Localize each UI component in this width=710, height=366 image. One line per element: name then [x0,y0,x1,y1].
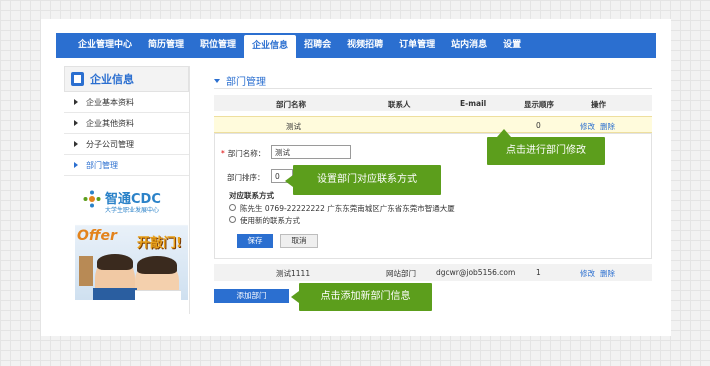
triangle-right-icon [74,141,78,147]
column-header-order: 显示顺序 [524,100,554,109]
nav-item-management-center[interactable]: 企业管理中心 [70,34,140,56]
title-divider [214,88,652,89]
promo-slogan: 开敲门! [137,236,182,251]
promo-offer-text: Offer [77,228,117,244]
column-header-name: 部门名称 [276,100,306,109]
contact-section-label: 对应联系方式 [229,191,274,200]
edit-link[interactable]: 修改 [580,268,595,279]
table-header: 部门名称 联系人 E-mail 显示顺序 操作 [214,95,652,111]
nav-item-messages[interactable]: 站内消息 [443,34,495,56]
sidebar-item-branches[interactable]: 分子公司管理 [64,134,189,155]
sidebar-item-other-info[interactable]: 企业其他资料 [64,113,189,134]
nav-item-job-fair[interactable]: 招聘会 [296,34,339,56]
sidebar-item-label: 部门管理 [86,161,118,170]
promo-banner[interactable]: 智通CDC 大学生职业发展中心 Offer 开敲门! [75,184,188,300]
shirt-shape [93,288,137,300]
nav-item-jobs[interactable]: 职位管理 [192,34,244,56]
signpost-image [79,256,93,286]
shirt-shape [135,290,181,300]
nav-item-resume[interactable]: 简历管理 [140,34,192,56]
cdc-logo-icon [83,190,101,208]
edit-link[interactable]: 修改 [580,121,595,132]
add-department-button[interactable]: 添加部门 [214,289,289,303]
row-name: 测试 [286,122,301,131]
nav-item-orders[interactable]: 订单管理 [391,34,443,56]
column-header-actions: 操作 [591,100,606,109]
sidebar-item-label: 企业其他资料 [86,119,134,128]
contact-callout: 设置部门对应联系方式 [285,165,441,195]
promo-tagline: 大学生职业发展中心 [105,207,160,214]
row-contact: 网站部门 [386,269,416,278]
row-order: 0 [536,121,541,130]
hair-shape [97,254,133,270]
hair-shape [137,256,177,274]
row-order: 1 [536,268,541,277]
triangle-right-icon [74,162,78,168]
book-icon [71,72,84,86]
sidebar-item-label: 分子公司管理 [86,140,134,149]
department-order-label: 部门排序： [227,173,265,182]
triangle-right-icon [74,120,78,126]
add-callout: 点击添加新部门信息 [291,283,432,311]
triangle-right-icon [74,99,78,105]
cancel-button[interactable]: 取消 [280,234,318,248]
column-header-email: E-mail [460,99,487,108]
table-row: 测试 0 修改 删除 [214,116,652,133]
new-contact-radio[interactable] [229,216,236,223]
row-email: dgcwr@job5156.com [436,268,516,277]
delete-link[interactable]: 删除 [600,121,615,132]
contact-option-radio[interactable] [229,204,236,211]
nav-item-video-recruit[interactable]: 视频招聘 [339,34,391,56]
row-name: 测试1111 [276,269,311,278]
edit-callout: 点击进行部门修改 [487,129,605,165]
sidebar-header: 企业信息 [64,66,189,92]
delete-link[interactable]: 删除 [600,268,615,279]
sidebar-title: 企业信息 [90,73,134,86]
sidebar-item-label: 企业基本资料 [86,98,134,107]
page-title-text: 部门管理 [226,77,266,88]
contact-option-label: 陈先生 0769-22222222 广东东莞南城区广东省东莞市智通大厦 [240,204,455,213]
save-button[interactable]: 保存 [237,234,273,248]
top-nav: 企业管理中心 简历管理 职位管理 企业信息 招聘会 视频招聘 订单管理 站内消息… [56,33,656,58]
sidebar-item-basic-info[interactable]: 企业基本资料 [64,92,189,113]
new-contact-label: 使用新的联系方式 [240,216,300,225]
nav-item-company-info[interactable]: 企业信息 [244,35,297,58]
table-row: 测试1111 网站部门 dgcwr@job5156.com 1 修改 删除 [214,264,652,281]
nav-item-settings[interactable]: 设置 [495,34,529,56]
sidebar-item-departments[interactable]: 部门管理 [64,155,189,176]
department-name-label: * 部门名称： [221,149,266,158]
department-name-input[interactable]: 测试 [271,145,351,159]
page-title: 部门管理 [214,73,266,88]
column-header-contact: 联系人 [388,100,411,109]
triangle-down-icon [214,79,220,83]
